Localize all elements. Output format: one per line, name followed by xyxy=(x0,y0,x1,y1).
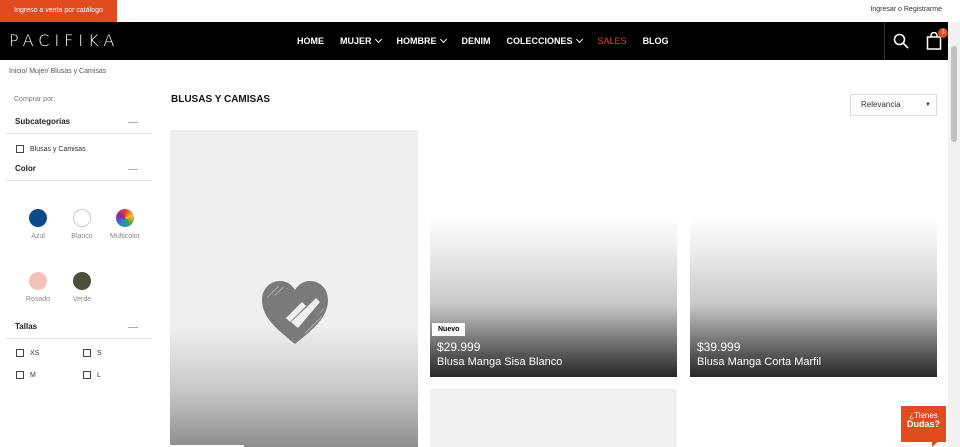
filter-label: XS xyxy=(30,349,40,357)
chevron-down-icon xyxy=(374,35,382,44)
login-register-link[interactable]: Ingresar o Registrarme xyxy=(870,0,942,20)
caret-down-icon: ▼ xyxy=(925,102,931,108)
sort-select[interactable]: Relevancia ▼ xyxy=(850,94,937,116)
product-card-placeholder[interactable] xyxy=(170,130,418,447)
checkbox[interactable] xyxy=(16,371,24,379)
search-icon[interactable] xyxy=(893,33,909,49)
main-navigation: PACIFIKA HOME MUJER HOMBRE DENIM COLECCI… xyxy=(0,22,948,60)
help-chat-button[interactable]: ¿Tienes Dudas? xyxy=(901,406,946,442)
cart-count-badge: 3 xyxy=(938,28,948,38)
brand-logo[interactable]: PACIFIKA xyxy=(9,22,119,60)
top-utility-bar: Ingreso a venta por catálogo Ingresar o … xyxy=(0,0,960,22)
shop-by-label: Comprar por: xyxy=(14,96,56,103)
nav-divider xyxy=(884,22,885,60)
swatch-dot xyxy=(73,209,91,227)
product-card-placeholder[interactable] xyxy=(430,389,677,447)
nav-item-blog[interactable]: BLOG xyxy=(643,36,669,46)
nav-item-denim[interactable]: DENIM xyxy=(462,36,491,46)
filter-label: Blusas y Camisas xyxy=(30,145,86,153)
color-swatch-verde[interactable]: Verde xyxy=(60,272,104,303)
filter-subcategory-blusas[interactable]: Blusas y Camisas xyxy=(16,145,86,153)
nav-item-sales[interactable]: SALES xyxy=(598,36,627,46)
color-header[interactable]: Color xyxy=(6,159,152,181)
help-line-2: Dudas? xyxy=(906,419,940,429)
product-card[interactable]: $39.999 Blusa Manga Corta Marfil xyxy=(690,216,937,377)
swatch-label: Verde xyxy=(72,296,92,303)
sizes-title: Tallas xyxy=(15,322,38,331)
swatch-label: Azul xyxy=(31,233,45,240)
collapse-icon[interactable] xyxy=(128,327,138,328)
breadcrumb[interactable]: Inicio/ Mujer/ Blusas y Camisas xyxy=(9,68,106,75)
nav-item-mujer[interactable]: MUJER xyxy=(340,35,382,46)
product-card[interactable]: Nuevo $29.999 Blusa Manga Sisa Blanco xyxy=(430,216,677,377)
filter-size-m[interactable]: M xyxy=(16,371,36,379)
nav-item-colecciones[interactable]: COLECCIONES xyxy=(507,35,583,46)
checkbox[interactable] xyxy=(83,349,91,357)
checkbox[interactable] xyxy=(83,371,91,379)
checkbox[interactable] xyxy=(16,349,24,357)
nav-menu: HOME MUJER HOMBRE DENIM COLECCIONES SALE… xyxy=(297,22,685,60)
swatch-label: Multicolor xyxy=(110,233,140,240)
swatch-label: Blanco xyxy=(71,233,93,240)
chevron-down-icon xyxy=(575,35,583,44)
collapse-icon[interactable] xyxy=(128,169,138,170)
swatch-dot xyxy=(29,209,47,227)
subcategories-header[interactable]: Subcategorías xyxy=(6,112,152,134)
page-title: BLUSAS Y CAMISAS xyxy=(171,94,271,105)
color-swatch-multicolor[interactable]: Multicolor xyxy=(103,209,147,240)
color-title: Color xyxy=(15,164,36,173)
swatch-label: Rosado xyxy=(25,296,51,303)
swatch-dot xyxy=(29,272,47,290)
scrollbar-thumb[interactable] xyxy=(951,46,957,142)
sizes-header[interactable]: Tallas xyxy=(6,317,152,339)
filter-size-s[interactable]: S xyxy=(83,349,102,357)
nav-item-hombre[interactable]: HOMBRE xyxy=(397,35,447,46)
swatch-dot xyxy=(116,209,134,227)
filter-size-xs[interactable]: XS xyxy=(16,349,39,357)
filter-label: M xyxy=(30,371,36,379)
subcategories-title: Subcategorías xyxy=(15,117,71,126)
chevron-down-icon xyxy=(439,35,447,44)
filter-label: S xyxy=(97,349,102,357)
color-swatch-azul[interactable]: Azul xyxy=(16,209,60,240)
checkbox[interactable] xyxy=(16,145,24,153)
product-name[interactable]: Blusa Manga Sisa Blanco xyxy=(437,356,562,368)
help-bubble-tail xyxy=(932,440,940,447)
sort-value: Relevancia xyxy=(861,100,901,109)
color-swatch-rosado[interactable]: Rosado xyxy=(16,272,60,303)
catalog-sales-link[interactable]: Ingreso a venta por catálogo xyxy=(0,0,117,22)
heart-logo-icon xyxy=(262,281,328,344)
product-name[interactable]: Blusa Manga Corta Marfil xyxy=(697,356,821,368)
product-price: $39.999 xyxy=(697,340,741,354)
color-swatch-blanco[interactable]: Blanco xyxy=(60,209,104,240)
new-badge: Nuevo xyxy=(432,323,466,336)
filter-label: L xyxy=(97,371,101,379)
nav-item-home[interactable]: HOME xyxy=(297,36,324,46)
product-price: $29.999 xyxy=(437,340,481,354)
page-scrollbar[interactable] xyxy=(948,22,960,447)
filter-size-l[interactable]: L xyxy=(83,371,101,379)
swatch-dot xyxy=(73,272,91,290)
collapse-icon[interactable] xyxy=(128,122,138,123)
